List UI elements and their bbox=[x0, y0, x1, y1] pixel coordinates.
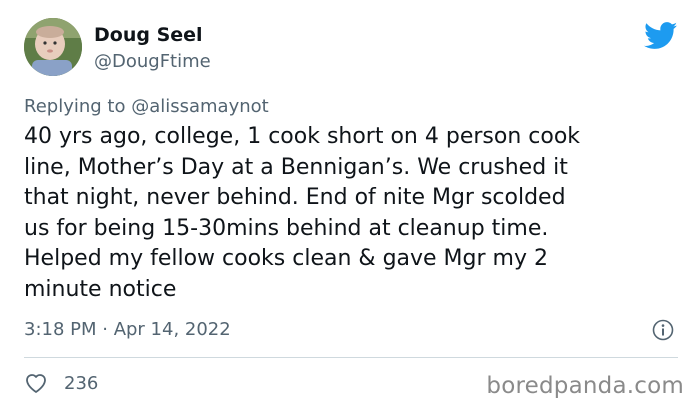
heart-icon[interactable] bbox=[24, 372, 48, 394]
twitter-bird-icon[interactable] bbox=[644, 22, 678, 50]
watermark: boredpanda.com bbox=[486, 373, 684, 399]
reply-mention-link[interactable]: @alissamaynot bbox=[131, 96, 269, 117]
author-name[interactable]: Doug Seel bbox=[94, 24, 203, 46]
replying-prefix: Replying to bbox=[24, 96, 132, 117]
info-icon[interactable] bbox=[652, 319, 674, 341]
replying-to: Replying to @alissamaynot bbox=[24, 96, 269, 117]
avatar-photo bbox=[24, 18, 82, 76]
divider bbox=[24, 357, 678, 358]
tweet-text: 40 yrs ago, college, 1 cook short on 4 p… bbox=[24, 124, 581, 302]
tweet-card: Doug Seel @DougFtime Replying to @alissa… bbox=[0, 0, 700, 410]
avatar[interactable] bbox=[24, 18, 82, 76]
author-handle[interactable]: @DougFtime bbox=[94, 51, 211, 72]
like-count: 236 bbox=[64, 373, 99, 394]
tweet-timestamp[interactable]: 3:18 PM · Apr 14, 2022 bbox=[24, 319, 231, 340]
